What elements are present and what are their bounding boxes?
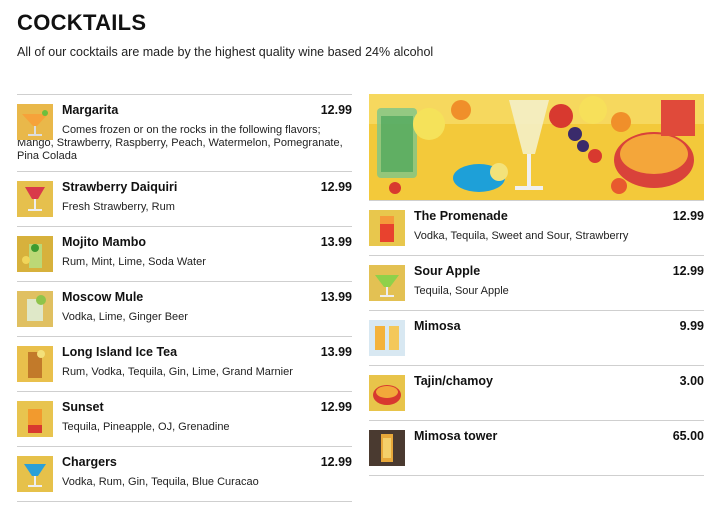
tajin-icon — [369, 375, 405, 411]
chargers-icon — [17, 456, 53, 492]
item-name: The Promenade — [414, 209, 508, 223]
item-name: Tajin/chamoy — [414, 374, 493, 388]
divider — [369, 475, 704, 476]
divider — [17, 501, 352, 502]
promenade-icon — [369, 210, 405, 246]
item-description: Rum, Vodka, Tequila, Gin, Lime, Grand Ma… — [62, 366, 293, 378]
item-description: Rum, Mint, Lime, Soda Water — [62, 256, 206, 268]
mimosa-tower-icon — [369, 430, 405, 466]
item-name: Margarita — [62, 103, 119, 117]
item-description: Vodka, Rum, Gin, Tequila, Blue Curacao — [62, 476, 259, 488]
menu-item-mojito-mambo[interactable]: Mojito Mambo 13.99 Rum, Mint, Lime, Soda… — [17, 226, 352, 281]
item-name: Sunset — [62, 400, 104, 414]
margarita-icon — [17, 104, 53, 140]
item-description: Tequila, Pineapple, OJ, Grenadine — [62, 421, 230, 433]
item-name: Chargers — [62, 455, 117, 469]
menu-item-chargers[interactable]: Chargers 12.99 Vodka, Rum, Gin, Tequila,… — [17, 446, 352, 501]
menu-item-moscow-mule[interactable]: Moscow Mule 13.99 Vodka, Lime, Ginger Be… — [17, 281, 352, 336]
item-price: 12.99 — [672, 209, 704, 223]
item-name: Mimosa — [414, 319, 461, 333]
cocktails-banner-image — [369, 94, 704, 200]
item-name: Strawberry Daiquiri — [62, 180, 178, 194]
item-description: Vodka, Lime, Ginger Beer — [62, 311, 188, 323]
item-name: Moscow Mule — [62, 290, 144, 304]
menu-item-mimosa-tower[interactable]: Mimosa tower 65.00 — [369, 420, 704, 475]
item-price: 12.99 — [672, 264, 704, 278]
mimosa-icon — [369, 320, 405, 356]
menu-item-the-promenade[interactable]: The Promenade 12.99 Vodka, Tequila, Swee… — [369, 200, 704, 255]
item-price: 12.99 — [320, 103, 352, 117]
item-description: Tequila, Sour Apple — [414, 285, 509, 297]
item-price: 3.00 — [679, 374, 704, 388]
item-description: Vodka, Tequila, Sweet and Sour, Strawber… — [414, 230, 629, 242]
strawberry-daiquiri-icon — [17, 181, 53, 217]
item-name: Mimosa tower — [414, 429, 498, 443]
item-price: 12.99 — [320, 455, 352, 469]
item-description: Comes frozen or on the rocks in the foll… — [17, 124, 343, 162]
menu-item-sour-apple[interactable]: Sour Apple 12.99 Tequila, Sour Apple — [369, 255, 704, 310]
menu-item-mimosa[interactable]: Mimosa 9.99 — [369, 310, 704, 365]
item-price: 13.99 — [320, 235, 352, 249]
item-name: Mojito Mambo — [62, 235, 147, 249]
mojito-icon — [17, 236, 53, 272]
menu-item-margarita[interactable]: Margarita 12.99 Comes frozen or on the r… — [17, 94, 352, 171]
moscow-mule-icon — [17, 291, 53, 327]
menu-column-right: The Promenade 12.99 Vodka, Tequila, Swee… — [369, 94, 704, 476]
item-name: Long Island Ice Tea — [62, 345, 178, 359]
item-price: 13.99 — [320, 290, 352, 304]
menu-column-left: Margarita 12.99 Comes frozen or on the r… — [17, 94, 352, 502]
page-title: COCKTAILS — [17, 10, 147, 35]
long-island-icon — [17, 346, 53, 382]
item-name: Sour Apple — [414, 264, 481, 278]
item-description: Fresh Strawberry, Rum — [62, 201, 175, 213]
item-price: 12.99 — [320, 180, 352, 194]
menu-item-tajin-chamoy[interactable]: Tajin/chamoy 3.00 — [369, 365, 704, 420]
menu-item-strawberry-daiquiri[interactable]: Strawberry Daiquiri 12.99 Fresh Strawber… — [17, 171, 352, 226]
item-price: 65.00 — [672, 429, 704, 443]
menu-item-sunset[interactable]: Sunset 12.99 Tequila, Pineapple, OJ, Gre… — [17, 391, 352, 446]
item-price: 12.99 — [320, 400, 352, 414]
sour-apple-icon — [369, 265, 405, 301]
menu-item-long-island-ice-tea[interactable]: Long Island Ice Tea 13.99 Rum, Vodka, Te… — [17, 336, 352, 391]
item-price: 13.99 — [320, 345, 352, 359]
sunset-icon — [17, 401, 53, 437]
page-subtitle: All of our cocktails are made by the hig… — [17, 45, 434, 59]
item-price: 9.99 — [679, 319, 704, 333]
